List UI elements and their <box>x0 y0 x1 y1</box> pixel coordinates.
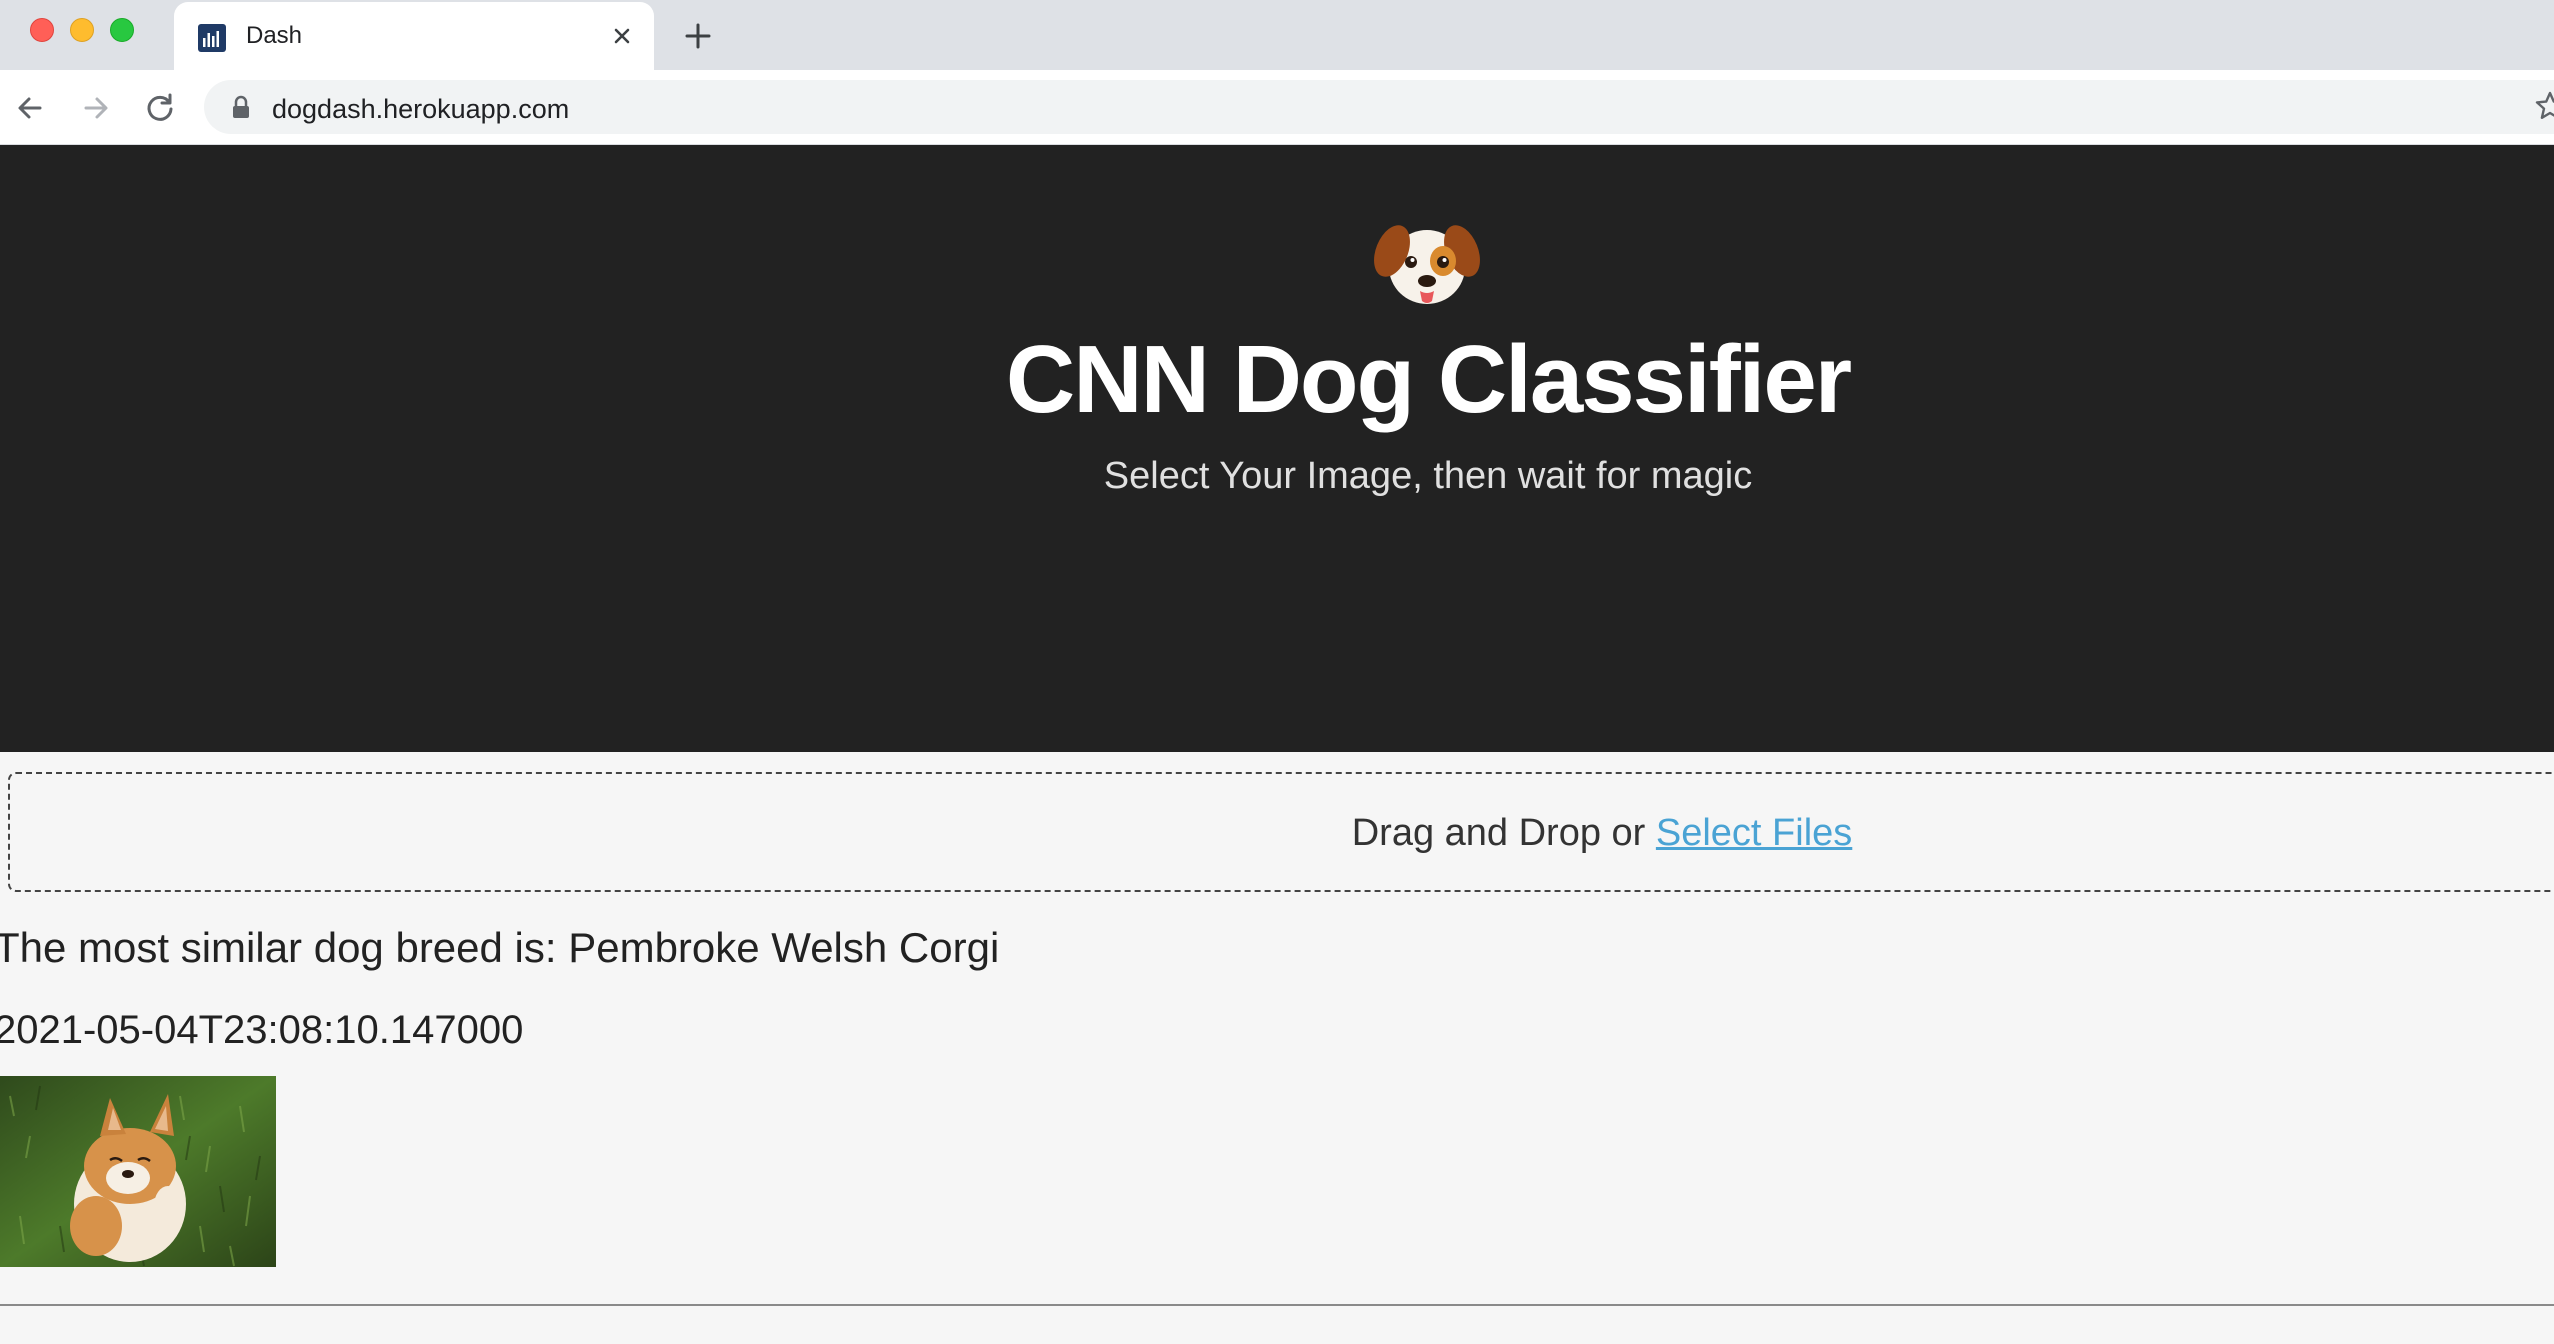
app-subtitle: Select Your Image, then wait for magic <box>1103 455 1753 497</box>
app-title: CNN Dog Classifier <box>1005 326 1852 433</box>
dog-face-icon <box>1374 215 1480 311</box>
lock-icon[interactable] <box>230 95 252 119</box>
url-text[interactable]: dogdash.herokuapp.com <box>272 94 569 125</box>
browser-tab-bar: Dash <box>0 0 2554 70</box>
reload-icon[interactable] <box>142 90 178 126</box>
upload-prefix: Drag and Drop or <box>1351 812 1656 854</box>
bookmark-star-icon[interactable] <box>2534 90 2554 122</box>
upload-timestamp: 2021-05-04T23:08:10.147000 <box>0 1008 524 1052</box>
minimize-window-button[interactable] <box>70 18 94 42</box>
close-tab-icon[interactable] <box>608 22 636 50</box>
upload-dropzone[interactable]: Drag and Drop or Select Files <box>8 772 2554 892</box>
new-tab-icon[interactable] <box>682 20 714 52</box>
browser-toolbar: dogdash.herokuapp.com <box>0 70 2554 145</box>
address-bar[interactable]: dogdash.herokuapp.com <box>204 80 2554 134</box>
upload-instructions: Drag and Drop or Select Files <box>10 812 2554 855</box>
app-header: CNN Dog Classifier Select Your Image, th… <box>0 145 2554 752</box>
divider <box>0 1304 2554 1306</box>
close-window-button[interactable] <box>30 18 54 42</box>
prediction-result: The most similar dog breed is: Pembroke … <box>0 924 1000 971</box>
browser-tab[interactable]: Dash <box>174 2 654 70</box>
tab-title: Dash <box>246 22 303 49</box>
select-files-link[interactable]: Select Files <box>1656 812 1852 854</box>
dash-favicon-icon <box>198 24 226 52</box>
uploaded-dog-image <box>0 1076 276 1267</box>
back-arrow-icon[interactable] <box>12 90 48 126</box>
forward-arrow-icon[interactable] <box>78 90 114 126</box>
maximize-window-button[interactable] <box>110 18 134 42</box>
